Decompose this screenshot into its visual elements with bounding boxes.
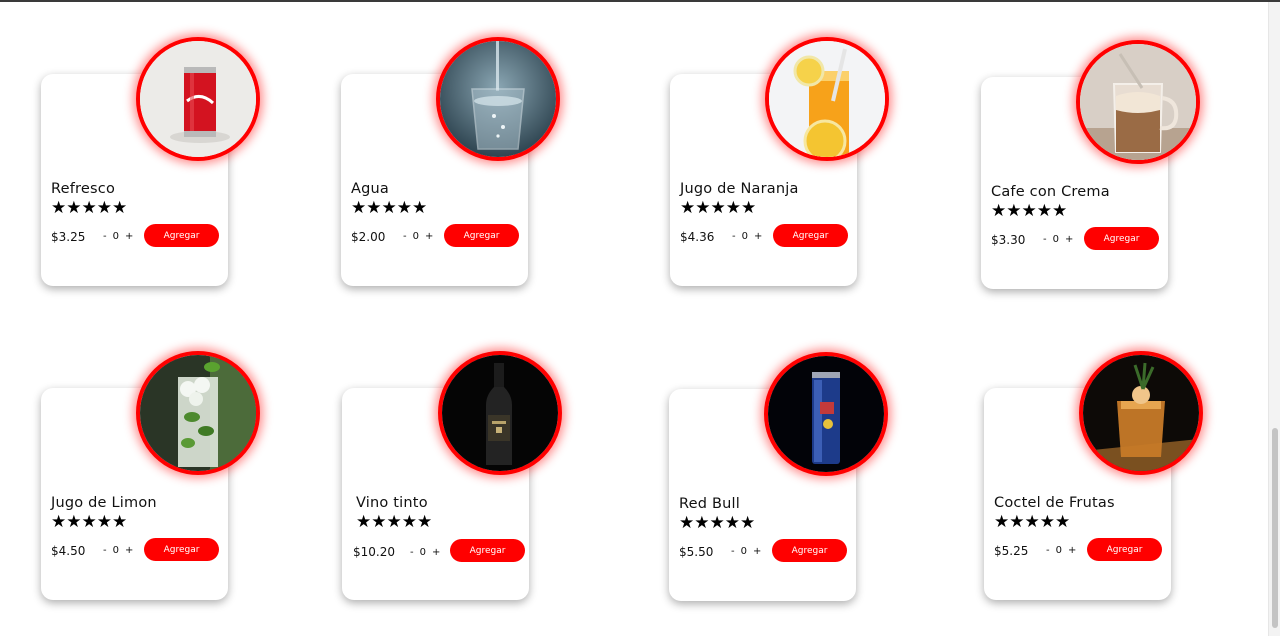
quantity-stepper: - 0 + xyxy=(103,545,133,556)
quantity-stepper: - 0 + xyxy=(732,231,762,242)
wine-bottle-image xyxy=(438,351,562,475)
vertical-scrollbar[interactable] xyxy=(1268,2,1280,636)
quantity-value: 0 xyxy=(412,231,419,242)
product-price: $3.30 xyxy=(991,233,1026,247)
product-name: Jugo de Naranja xyxy=(680,181,799,197)
decrement-button[interactable]: - xyxy=(103,545,107,556)
product-card: Jugo de Limon ★★★★★ $4.50 - 0 + Agregar xyxy=(41,351,260,600)
rating-stars: ★★★★★ xyxy=(991,201,1068,221)
quantity-value: 0 xyxy=(741,231,748,242)
quantity-value: 0 xyxy=(419,547,426,558)
decrement-button[interactable]: - xyxy=(1043,234,1047,245)
product-card: Cafe con Crema ★★★★★ $3.30 - 0 + Agregar xyxy=(981,40,1200,289)
rating-stars: ★★★★★ xyxy=(680,198,757,218)
orange-juice-image xyxy=(765,37,889,161)
increment-button[interactable]: + xyxy=(1068,545,1076,556)
add-to-cart-button[interactable]: Agregar xyxy=(1087,538,1162,561)
quantity-value: 0 xyxy=(112,231,119,242)
product-card: Coctel de Frutas ★★★★★ $5.25 - 0 + Agreg… xyxy=(984,351,1203,600)
add-to-cart-button[interactable]: Agregar xyxy=(444,224,519,247)
decrement-button[interactable]: - xyxy=(103,231,107,242)
increment-button[interactable]: + xyxy=(125,545,133,556)
product-name: Cafe con Crema xyxy=(991,184,1110,200)
product-name: Red Bull xyxy=(679,496,740,512)
increment-button[interactable]: + xyxy=(753,546,761,557)
rating-stars: ★★★★★ xyxy=(994,512,1071,532)
quantity-stepper: - 0 + xyxy=(1046,545,1076,556)
rating-stars: ★★★★★ xyxy=(356,512,433,532)
quantity-value: 0 xyxy=(112,545,119,556)
increment-button[interactable]: + xyxy=(754,231,762,242)
add-to-cart-button[interactable]: Agregar xyxy=(773,224,848,247)
cocktail-image xyxy=(1079,351,1203,475)
product-card: Red Bull ★★★★★ $5.50 - 0 + Agregar xyxy=(669,352,888,601)
energy-drink-image xyxy=(764,352,888,476)
scrollbar-thumb[interactable] xyxy=(1272,428,1278,628)
product-card: Agua ★★★★★ $2.00 - 0 + Agregar xyxy=(341,37,560,286)
decrement-button[interactable]: - xyxy=(410,547,414,558)
decrement-button[interactable]: - xyxy=(732,231,736,242)
rating-stars: ★★★★★ xyxy=(51,512,128,532)
add-to-cart-button[interactable]: Agregar xyxy=(450,539,525,562)
add-to-cart-button[interactable]: Agregar xyxy=(144,224,219,247)
product-price: $5.50 xyxy=(679,545,714,559)
product-name: Vino tinto xyxy=(356,495,428,511)
rating-stars: ★★★★★ xyxy=(351,198,428,218)
quantity-value: 0 xyxy=(1055,545,1062,556)
product-price: $3.25 xyxy=(51,230,86,244)
product-card: Vino tinto ★★★★★ $10.20 - 0 + Agregar xyxy=(342,351,562,600)
quantity-value: 0 xyxy=(740,546,747,557)
decrement-button[interactable]: - xyxy=(1046,545,1050,556)
increment-button[interactable]: + xyxy=(432,547,440,558)
product-card: Jugo de Naranja ★★★★★ $4.36 - 0 + Agrega… xyxy=(670,37,889,286)
product-price: $4.50 xyxy=(51,544,86,558)
quantity-stepper: - 0 + xyxy=(410,547,440,558)
quantity-value: 0 xyxy=(1052,234,1059,245)
product-name: Jugo de Limon xyxy=(51,495,157,511)
rating-stars: ★★★★★ xyxy=(51,198,128,218)
water-glass-image xyxy=(436,37,560,161)
product-name: Refresco xyxy=(51,181,116,197)
increment-button[interactable]: + xyxy=(125,231,133,242)
decrement-button[interactable]: - xyxy=(403,231,407,242)
add-to-cart-button[interactable]: Agregar xyxy=(1084,227,1159,250)
quantity-stepper: - 0 + xyxy=(731,546,761,557)
soda-can-image xyxy=(136,37,260,161)
iced-coffee-image xyxy=(1076,40,1200,164)
product-price: $5.25 xyxy=(994,544,1029,558)
increment-button[interactable]: + xyxy=(425,231,433,242)
lemon-drink-image xyxy=(136,351,260,475)
product-price: $10.20 xyxy=(353,545,395,559)
add-to-cart-button[interactable]: Agregar xyxy=(772,539,847,562)
increment-button[interactable]: + xyxy=(1065,234,1073,245)
product-price: $2.00 xyxy=(351,230,386,244)
decrement-button[interactable]: - xyxy=(731,546,735,557)
product-card: Refresco ★★★★★ $3.25 - 0 + Agregar xyxy=(41,37,260,286)
product-price: $4.36 xyxy=(680,230,715,244)
window-top-border xyxy=(0,0,1280,2)
add-to-cart-button[interactable]: Agregar xyxy=(144,538,219,561)
quantity-stepper: - 0 + xyxy=(403,231,433,242)
quantity-stepper: - 0 + xyxy=(103,231,133,242)
quantity-stepper: - 0 + xyxy=(1043,234,1073,245)
rating-stars: ★★★★★ xyxy=(679,513,756,533)
product-name: Agua xyxy=(351,181,389,197)
product-name: Coctel de Frutas xyxy=(994,495,1115,511)
